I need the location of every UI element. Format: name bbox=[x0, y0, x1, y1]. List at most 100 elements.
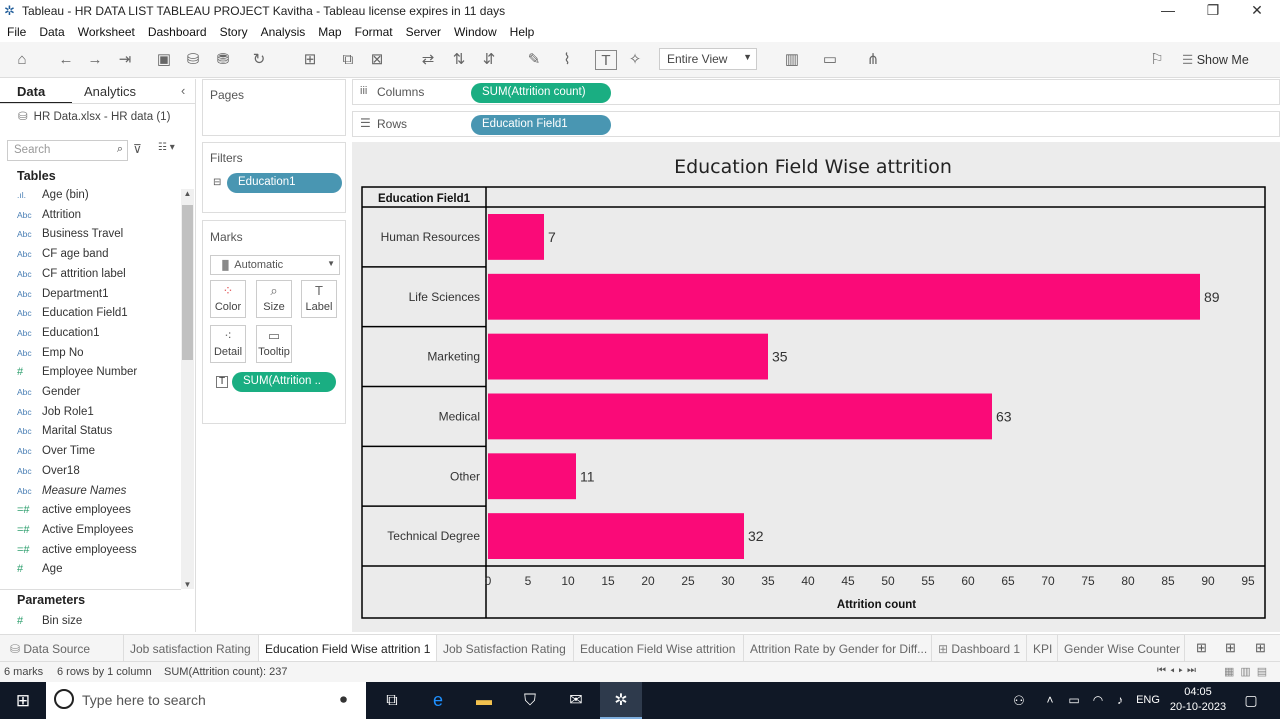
sort-desc-icon[interactable]: ⇵ bbox=[478, 50, 500, 70]
bar[interactable] bbox=[488, 214, 544, 260]
highlight-icon[interactable]: ✎ bbox=[523, 50, 545, 70]
clear-icon[interactable]: ⊠ bbox=[366, 50, 388, 70]
sheet-tab[interactable]: ⛁ Data Source bbox=[4, 635, 124, 662]
sheet-tab[interactable]: Gender Wise Counter bbox=[1058, 635, 1185, 662]
search-input[interactable]: Search ⌕ bbox=[7, 140, 128, 161]
sheet-tab[interactable]: Job satisfaction Rating bbox=[124, 635, 259, 662]
columns-pill[interactable]: SUM(Attrition count) bbox=[471, 83, 611, 103]
label-card[interactable]: T Label bbox=[301, 280, 337, 318]
language-indicator[interactable]: ENG bbox=[1134, 682, 1162, 719]
mark-type-dropdown[interactable]: ▐▌ Automatic ▼ bbox=[210, 255, 340, 275]
redo-icon[interactable]: → bbox=[84, 50, 106, 70]
fit-dropdown[interactable]: Entire View ▼ bbox=[659, 48, 757, 70]
presentation-icon[interactable]: ▭ bbox=[819, 50, 841, 70]
pause-updates-icon[interactable]: ⛃ bbox=[212, 50, 234, 70]
field-item[interactable]: Abc Attrition bbox=[17, 209, 182, 229]
menu-help[interactable]: Help bbox=[503, 22, 541, 39]
close-button[interactable]: ✕ bbox=[1234, 0, 1280, 22]
field-item[interactable]: Abc Marital Status bbox=[17, 425, 182, 445]
file-explorer-icon[interactable]: ▬ bbox=[464, 682, 504, 719]
replay-icon[interactable]: ⇥ bbox=[114, 50, 136, 70]
sheet-tab[interactable]: ⊞ Dashboard 1 bbox=[932, 635, 1027, 662]
field-item[interactable]: Abc Education Field1 bbox=[17, 307, 182, 327]
new-worksheet-icon[interactable]: ⊞ bbox=[299, 50, 321, 70]
tab-analytics[interactable]: Analytics bbox=[84, 79, 136, 103]
sheet-tab[interactable]: Education Field Wise attrition 1 bbox=[259, 635, 437, 662]
field-item[interactable]: # Age bbox=[17, 563, 182, 583]
field-item[interactable]: =# active employeess bbox=[17, 544, 182, 564]
notification-icon[interactable]: ▢ bbox=[1236, 682, 1266, 719]
scroll-down-icon[interactable]: ▼ bbox=[181, 580, 194, 589]
pages-card[interactable]: Pages bbox=[202, 79, 346, 136]
new-story-icon[interactable]: ⊞ bbox=[1255, 640, 1266, 656]
minimize-button[interactable]: — bbox=[1145, 0, 1191, 22]
restore-button[interactable]: ❐ bbox=[1190, 0, 1236, 22]
edge-icon[interactable]: e bbox=[418, 682, 458, 719]
filters-card[interactable]: Filters ⊟ Education1 bbox=[202, 142, 346, 213]
bar[interactable] bbox=[488, 453, 576, 500]
windows-start-icon[interactable]: ⊞ bbox=[0, 682, 46, 719]
sort-asc-icon[interactable]: ⇅ bbox=[448, 50, 470, 70]
field-item[interactable]: # Employee Number bbox=[17, 366, 182, 386]
swap-icon[interactable]: ⇄ bbox=[417, 50, 439, 70]
bar[interactable] bbox=[488, 513, 744, 559]
signpost-icon[interactable]: ⚐ bbox=[1146, 50, 1168, 70]
view-options-icon[interactable]: ☷ ▾ bbox=[158, 142, 175, 153]
detail-card[interactable]: ⁖ Detail bbox=[210, 325, 246, 363]
datasource-item[interactable]: ⛁ HR Data.xlsx - HR data (1) bbox=[18, 109, 170, 123]
cards-icon[interactable]: ▥ bbox=[781, 50, 803, 70]
store-icon[interactable]: ⛉ bbox=[510, 682, 550, 719]
field-item[interactable]: Abc Gender bbox=[17, 386, 182, 406]
field-item[interactable]: Abc Emp No bbox=[17, 347, 182, 367]
save-icon[interactable]: ▣ bbox=[153, 50, 175, 70]
bar[interactable] bbox=[488, 333, 768, 380]
bar-chart[interactable]: Education Field Wise attrition Education … bbox=[352, 142, 1280, 632]
new-dashboard-icon[interactable]: ⊞ bbox=[1225, 640, 1236, 656]
attach-icon[interactable]: ⌇ bbox=[556, 50, 578, 70]
collapse-icon[interactable]: ‹ bbox=[181, 83, 185, 98]
bar[interactable] bbox=[488, 393, 992, 440]
duplicate-icon[interactable]: ⧉ bbox=[337, 50, 359, 70]
tableau-taskbar-icon[interactable]: ✲ bbox=[600, 682, 642, 719]
sheet-tab[interactable]: Attrition Rate by Gender for Diff... bbox=[744, 635, 932, 662]
menu-server[interactable]: Server bbox=[399, 22, 447, 39]
filter-pill[interactable]: Education1 bbox=[227, 173, 342, 193]
field-item[interactable]: Abc Department1 bbox=[17, 288, 182, 308]
scroll-up-icon[interactable]: ▲ bbox=[181, 189, 194, 198]
task-view-icon[interactable]: ⧉ bbox=[372, 682, 412, 719]
sheet-navigation-icons[interactable]: ⏮◂▸⏭ bbox=[1157, 665, 1200, 676]
field-item[interactable]: Abc Over Time bbox=[17, 445, 182, 465]
tab-data[interactable]: Data bbox=[17, 79, 45, 103]
menu-file[interactable]: File bbox=[0, 22, 32, 39]
wifi-icon[interactable]: ◠ bbox=[1088, 682, 1108, 719]
label-pill[interactable]: SUM(Attrition .. bbox=[232, 372, 336, 392]
menu-story[interactable]: Story bbox=[213, 22, 254, 39]
field-item[interactable]: Abc Education1 bbox=[17, 327, 182, 347]
field-item[interactable]: Abc CF attrition label bbox=[17, 268, 182, 288]
new-worksheet-icon[interactable]: ⊞ bbox=[1196, 640, 1207, 656]
mail-icon[interactable]: ✉ bbox=[556, 682, 596, 719]
size-card[interactable]: ⌕ Size bbox=[256, 280, 292, 318]
volume-icon[interactable]: ♪ bbox=[1110, 682, 1130, 719]
battery-icon[interactable]: ▭ bbox=[1064, 682, 1084, 719]
menu-analysis[interactable]: Analysis bbox=[254, 22, 312, 39]
undo-icon[interactable]: ← bbox=[55, 50, 77, 70]
field-item[interactable]: =# Active Employees bbox=[17, 524, 182, 544]
sheet-tab[interactable]: Job Satisfaction Rating bbox=[437, 635, 574, 662]
tooltip-card[interactable]: ▭ Tooltip bbox=[256, 325, 292, 363]
sheet-tab[interactable]: KPI bbox=[1027, 635, 1058, 662]
menu-window[interactable]: Window bbox=[447, 22, 503, 39]
filter-icon[interactable]: ⊽ bbox=[133, 142, 142, 156]
color-card[interactable]: ⁘ Color bbox=[210, 280, 246, 318]
sheet-tab[interactable]: Education Field Wise attrition bbox=[574, 635, 744, 662]
clock[interactable]: 04:05 20-10-2023 bbox=[1168, 685, 1228, 715]
menu-map[interactable]: Map bbox=[311, 22, 347, 39]
rows-shelf[interactable]: ☰ Rows Education Field1 bbox=[352, 111, 1280, 137]
taskbar-search[interactable]: Type here to search ⏺ bbox=[46, 682, 366, 719]
bar[interactable] bbox=[488, 273, 1200, 320]
field-item[interactable]: Abc CF age band bbox=[17, 248, 182, 268]
scrollbar-thumb[interactable] bbox=[182, 205, 193, 360]
show-labels-icon[interactable]: T bbox=[595, 50, 617, 70]
field-item[interactable]: Abc Measure Names bbox=[17, 485, 182, 505]
menu-worksheet[interactable]: Worksheet bbox=[71, 22, 141, 39]
